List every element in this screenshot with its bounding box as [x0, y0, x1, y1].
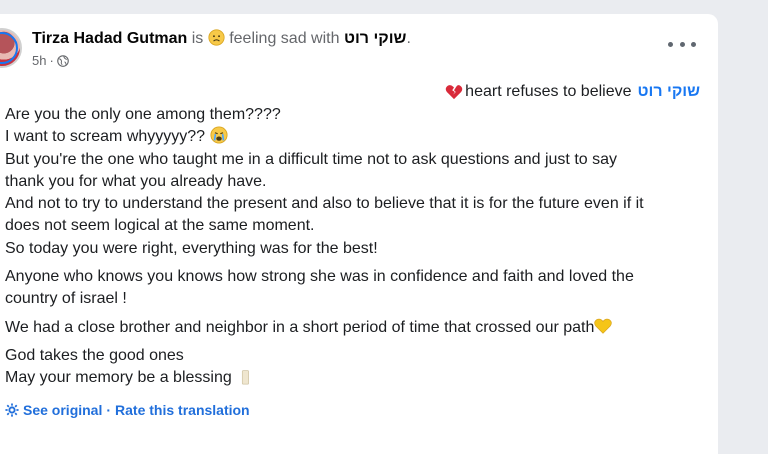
broken-heart-icon	[445, 85, 463, 100]
body-line: So today you were right, everything was …	[5, 239, 378, 257]
body-line: And not to try to understand the present…	[5, 195, 644, 213]
body-line: thank you for what you already have.	[5, 172, 267, 190]
translated-heading: heart refuses to believe שוקי רוט	[445, 82, 700, 102]
feeling-text: feeling sad with	[224, 30, 344, 47]
body-line-text: We had a close brother and neighbor in a…	[5, 318, 595, 336]
tagged-person[interactable]: שוקי רוט	[344, 30, 407, 47]
body-line-text: May your memory be a blessing	[5, 369, 237, 387]
body-line-with-emoji: I want to scream whyyyyy??	[5, 126, 710, 148]
paragraph-2: Anyone who knows you knows how strong sh…	[5, 266, 710, 311]
translation-footer: See original · Rate this translation	[5, 402, 250, 418]
heading-text: heart refuses to believe	[465, 83, 632, 100]
heading-tag-link[interactable]: שוקי רוט	[638, 82, 701, 102]
globe-icon	[57, 54, 69, 67]
more-dot	[679, 41, 685, 47]
body-line: Are you the only one among them????	[5, 106, 281, 123]
more-dot	[668, 41, 673, 47]
body-line: But you're the one who taught me in a di…	[5, 150, 618, 168]
more-options-icon[interactable]	[668, 36, 696, 52]
body-line-with-emoji: May your memory be a blessing	[5, 367, 710, 389]
story-ring	[0, 32, 18, 64]
paragraph-4: God takes the good ones May your memory …	[5, 345, 710, 390]
candle-icon	[242, 370, 250, 385]
paragraph-3: We had a close brother and neighbor in a…	[5, 317, 710, 339]
see-original-link[interactable]: See original	[23, 402, 102, 418]
post-body: Are you the only one among them???? I wa…	[5, 104, 710, 396]
body-line: country of israel !	[5, 290, 127, 308]
verb-is: is	[187, 30, 208, 47]
yellow-heart-icon	[594, 318, 613, 334]
paragraph-1: Are you the only one among them???? I wa…	[5, 104, 710, 260]
post-header: Tirza Hadad Gutman is feeling sad with ש…	[32, 29, 411, 49]
header-period: .	[406, 30, 411, 47]
sad-face-icon	[208, 29, 225, 46]
author-avatar[interactable]	[0, 28, 22, 68]
body-line-text: I want to scream whyyyyy??	[5, 128, 210, 146]
body-line: God takes the good ones	[5, 346, 184, 364]
crying-face-icon	[209, 126, 228, 144]
body-line: does not seem logical at the same moment…	[5, 217, 315, 235]
post-card: Tirza Hadad Gutman is feeling sad with ש…	[0, 14, 718, 454]
post-time[interactable]: 5h	[32, 53, 46, 68]
rate-translation-link[interactable]: Rate this translation	[115, 402, 250, 418]
post-meta: 5h ·	[32, 53, 69, 68]
author-name[interactable]: Tirza Hadad Gutman	[32, 30, 187, 47]
meta-dot: ·	[49, 53, 54, 68]
body-line-with-emoji: We had a close brother and neighbor in a…	[5, 317, 710, 339]
more-dot	[691, 41, 696, 47]
footer-separator: ·	[106, 402, 112, 418]
gear-icon	[5, 403, 19, 417]
body-line: Anyone who knows you knows how strong sh…	[5, 268, 634, 286]
